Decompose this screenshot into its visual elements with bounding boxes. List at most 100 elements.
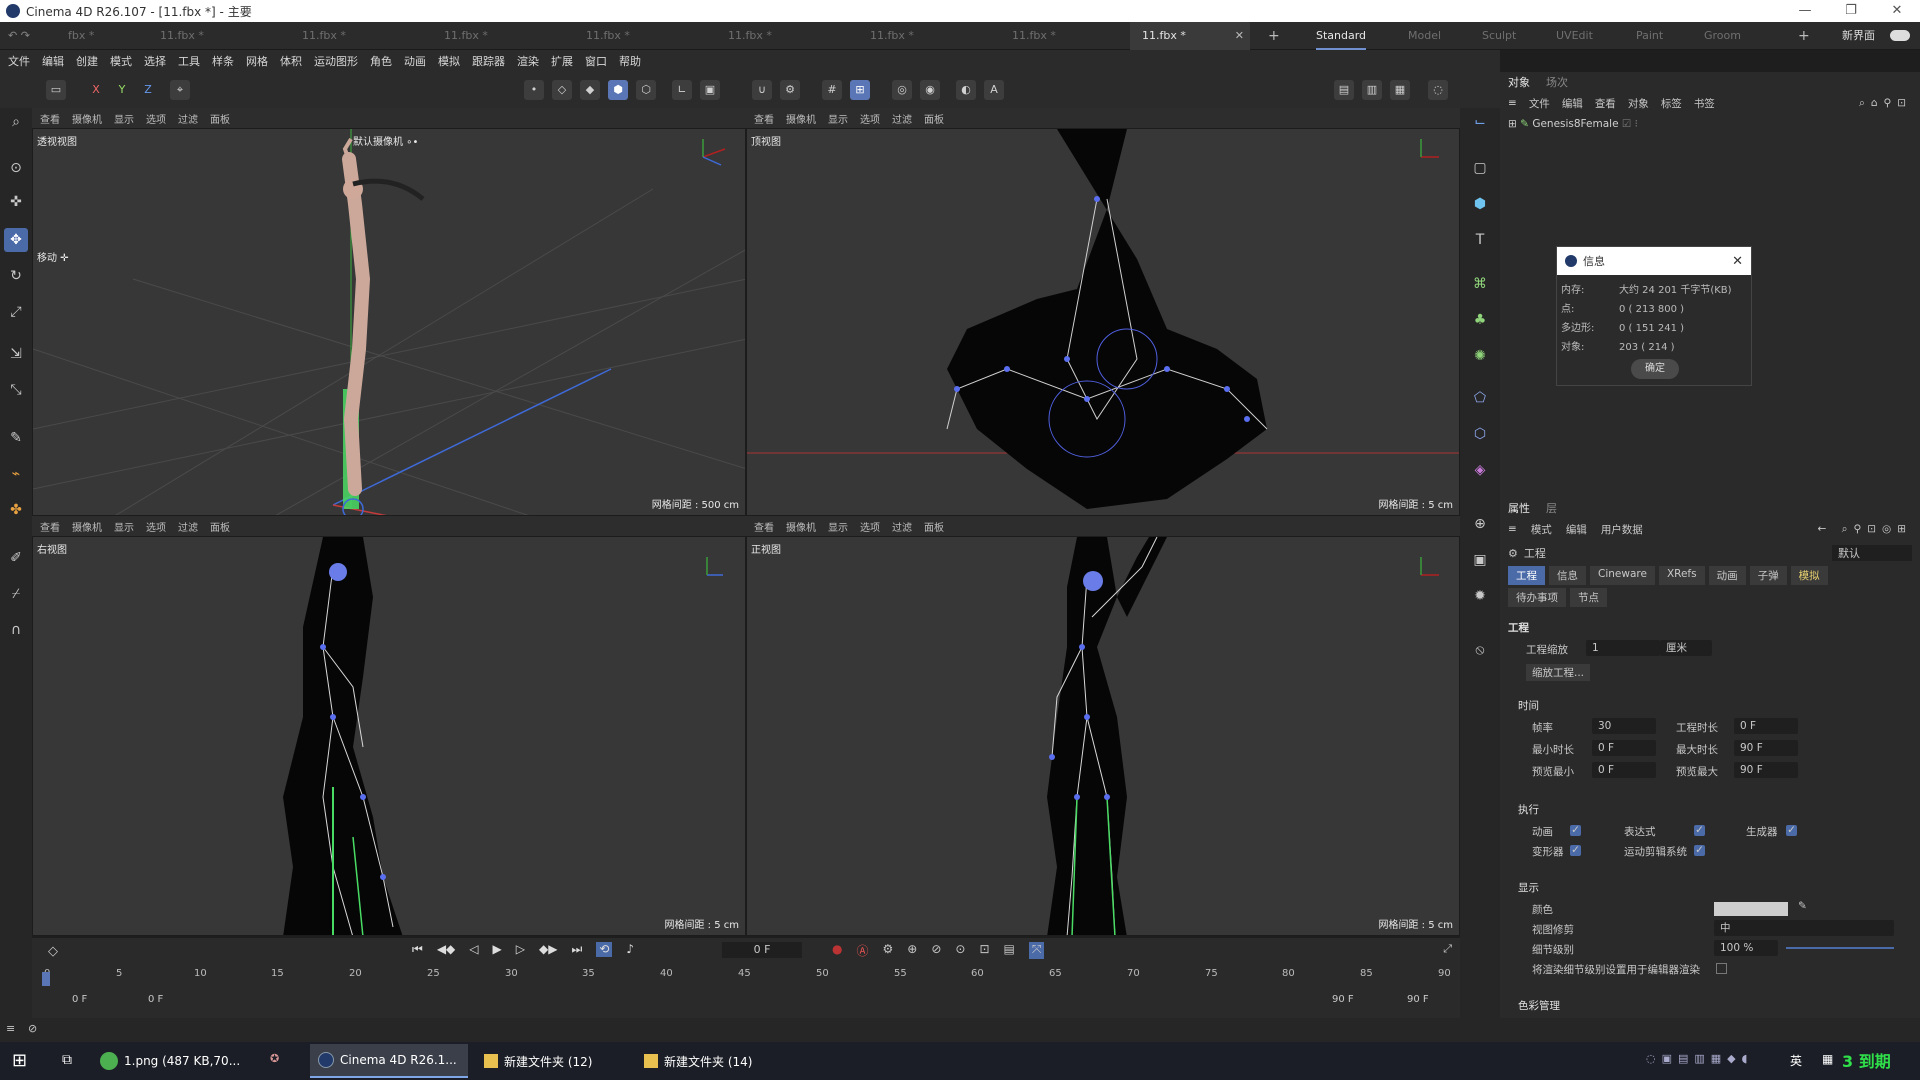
rectangle-spline-icon[interactable]: ▢ xyxy=(1468,156,1492,180)
menu-simulate[interactable]: 模拟 xyxy=(438,53,460,69)
field-icon[interactable]: ⬡ xyxy=(1468,422,1492,446)
menu-mode[interactable]: 模式 xyxy=(110,53,132,69)
layout-tab-uvedit[interactable]: UVEdit xyxy=(1556,22,1593,50)
vp-menu-options[interactable]: 选项 xyxy=(146,519,166,534)
attr-menu-edit[interactable]: 编辑 xyxy=(1566,522,1587,537)
om-menu-object[interactable]: 对象 xyxy=(1628,96,1649,111)
attr-nav-icons[interactable]: ← ⌕⚲⊡◎⊞ xyxy=(1818,523,1920,536)
vp-menu-panel[interactable]: 面板 xyxy=(210,519,230,534)
color-swatch[interactable] xyxy=(1714,902,1788,916)
model-mode-icon[interactable]: ▭ xyxy=(46,80,66,100)
locked-workplane-icon[interactable]: ▣ xyxy=(700,80,720,100)
menu-file[interactable]: 文件 xyxy=(8,53,30,69)
exec-expr-checkbox[interactable]: ✓ xyxy=(1694,825,1705,836)
scale-tool-icon[interactable]: ⤢ xyxy=(4,300,28,324)
tab-takes[interactable]: 场次 xyxy=(1546,74,1568,90)
viewport-front[interactable]: 查看 摄像机 显示 选项 过滤 面板 正视图 网格间距 : 5 cm xyxy=(746,516,1460,936)
cube-icon[interactable]: ⬢ xyxy=(1468,192,1492,216)
status-menu-icon[interactable]: ≡ xyxy=(6,1022,15,1035)
lod-field[interactable]: 100 % xyxy=(1714,940,1778,956)
tray-icons[interactable]: ◌▣▤▥▦◆◖ xyxy=(1646,1052,1753,1065)
tab-attributes[interactable]: 属性 xyxy=(1508,500,1530,516)
vp-menu-filter[interactable]: 过滤 xyxy=(892,111,912,126)
next-key-icon[interactable]: ◆▶ xyxy=(539,942,557,957)
timeline-expand-icon[interactable]: ⤢ xyxy=(1443,942,1452,956)
menu-mograph[interactable]: 运动图形 xyxy=(314,53,358,69)
interpolation-icon[interactable]: ⤧ xyxy=(1028,942,1045,959)
om-menu-view[interactable]: 查看 xyxy=(1595,96,1616,111)
prev-key-icon[interactable]: ◀◆ xyxy=(437,942,455,957)
task-view-icon[interactable]: ⧉ xyxy=(62,1052,72,1068)
duration-field[interactable]: 0 F xyxy=(1734,718,1798,734)
rotate-tool-icon[interactable]: ↻ xyxy=(4,264,28,288)
fps-field[interactable]: 30 xyxy=(1592,718,1656,734)
camera-icon[interactable]: ▣ xyxy=(1468,548,1492,572)
loop-icon[interactable]: ⟲ xyxy=(596,942,613,957)
key-pla-icon[interactable]: ▤ xyxy=(1004,942,1015,959)
vp-menu-filter[interactable]: 过滤 xyxy=(892,519,912,534)
spline-sketch-icon[interactable]: ⌁ xyxy=(4,462,28,486)
key-scale-icon[interactable]: ⊙ xyxy=(955,942,965,959)
layout-tab-sculpt[interactable]: Sculpt xyxy=(1482,22,1516,50)
maximize-button[interactable]: ❐ xyxy=(1828,0,1874,22)
object-row-genesis[interactable]: ⊞ ✎ Genesis8Female ☑ ⁝ xyxy=(1508,118,1638,130)
axis-y-button[interactable]: Y xyxy=(112,80,132,100)
spline-tools-icon[interactable]: ✤ xyxy=(4,498,28,522)
selection-icon[interactable]: ⊙ xyxy=(4,156,28,180)
live-select-icon[interactable]: ✜ xyxy=(4,190,28,214)
section-execution[interactable]: 执行 xyxy=(1518,802,1539,817)
frame-ruler[interactable]: 051015202530354045505560657075808590 xyxy=(44,968,1451,988)
preview-start-field[interactable]: 0 F xyxy=(148,994,163,1005)
object-name[interactable]: Genesis8Female xyxy=(1532,118,1618,130)
vp-menu-display[interactable]: 显示 xyxy=(114,519,134,534)
attr-hamburger-icon[interactable]: ≡ xyxy=(1508,523,1517,535)
vp-menu-display[interactable]: 显示 xyxy=(114,111,134,126)
vp-menu-options[interactable]: 选项 xyxy=(860,519,880,534)
move-tool-icon[interactable]: ✥ xyxy=(4,228,28,252)
dialog-close-icon[interactable]: ✕ xyxy=(1732,254,1751,269)
viewport-right[interactable]: 查看 摄像机 显示 选项 过滤 面板 右视图 网格间距 : 5 cm xyxy=(32,516,746,936)
attr-menu-userdata[interactable]: 用户数据 xyxy=(1601,522,1643,537)
axis-mode-icon[interactable]: ∟ xyxy=(672,80,692,100)
axis-z-button[interactable]: Z xyxy=(138,80,158,100)
vp-menu-filter[interactable]: 过滤 xyxy=(178,111,198,126)
go-end-icon[interactable]: ⏭ xyxy=(571,942,582,957)
python-icon[interactable]: ⌙ xyxy=(1468,110,1492,134)
viewport-top[interactable]: 查看 摄像机 显示 选项 过滤 面板 顶视图 网格间距: 5 cm xyxy=(746,108,1460,516)
visibility-icon[interactable]: ☑ ⁝ xyxy=(1622,118,1638,130)
current-frame-field[interactable]: 0 F xyxy=(722,942,802,958)
viewport-front-canvas[interactable]: 正视图 网格间距 : 5 cm xyxy=(746,536,1460,936)
expand-icon[interactable]: ⊞ xyxy=(1508,118,1517,130)
search-icon[interactable]: ⌕ xyxy=(4,110,28,134)
taskbar-item-folder-12[interactable]: 新建文件夹 (12) xyxy=(476,1044,626,1078)
eyedropper-icon[interactable]: ✎ xyxy=(1798,900,1807,912)
layout-tab-model[interactable]: Model xyxy=(1408,22,1441,50)
key-settings-icon[interactable]: ⚙ xyxy=(883,942,894,959)
go-start-icon[interactable]: ⏮ xyxy=(412,942,423,957)
menu-volume[interactable]: 体积 xyxy=(280,53,302,69)
lod-slider[interactable] xyxy=(1786,947,1894,949)
subtab-cineware[interactable]: Cineware xyxy=(1590,566,1655,585)
grid-snap-icon[interactable]: # xyxy=(822,80,842,100)
vp-menu-panel[interactable]: 面板 xyxy=(924,111,944,126)
scale-unit-dropdown[interactable]: 厘米 xyxy=(1660,640,1712,656)
ime-indicator[interactable]: 英 xyxy=(1790,1052,1802,1069)
vp-menu-filter[interactable]: 过滤 xyxy=(178,519,198,534)
key-param-icon[interactable]: ⊡ xyxy=(979,942,989,959)
menu-select[interactable]: 选择 xyxy=(144,53,166,69)
min-time-field[interactable]: 0 F xyxy=(1592,740,1656,756)
om-menu-edit[interactable]: 编辑 xyxy=(1562,96,1583,111)
clip-dropdown[interactable]: 中 xyxy=(1714,920,1894,936)
auto-key-icon[interactable]: A xyxy=(984,80,1004,100)
transfer-icon[interactable]: ⇲ xyxy=(4,342,28,366)
render-picture-viewer-icon[interactable]: ▥ xyxy=(1362,80,1382,100)
grid-tray-icon[interactable]: ▦ xyxy=(1822,1052,1833,1066)
subtab-simulation[interactable]: 模拟 xyxy=(1790,566,1828,585)
subtab-todo[interactable]: 待办事项 xyxy=(1508,588,1566,607)
subtab-bullet[interactable]: 子弹 xyxy=(1749,566,1787,585)
dialog-ok-button[interactable]: 确定 xyxy=(1631,359,1679,379)
magnet-icon[interactable]: ∩ xyxy=(4,618,28,642)
viewport-solo-icon[interactable]: ◉ xyxy=(920,80,940,100)
max-time-field[interactable]: 90 F xyxy=(1734,740,1798,756)
taskbar-item-cinema4d[interactable]: Cinema 4D R26.1... xyxy=(310,1044,468,1078)
